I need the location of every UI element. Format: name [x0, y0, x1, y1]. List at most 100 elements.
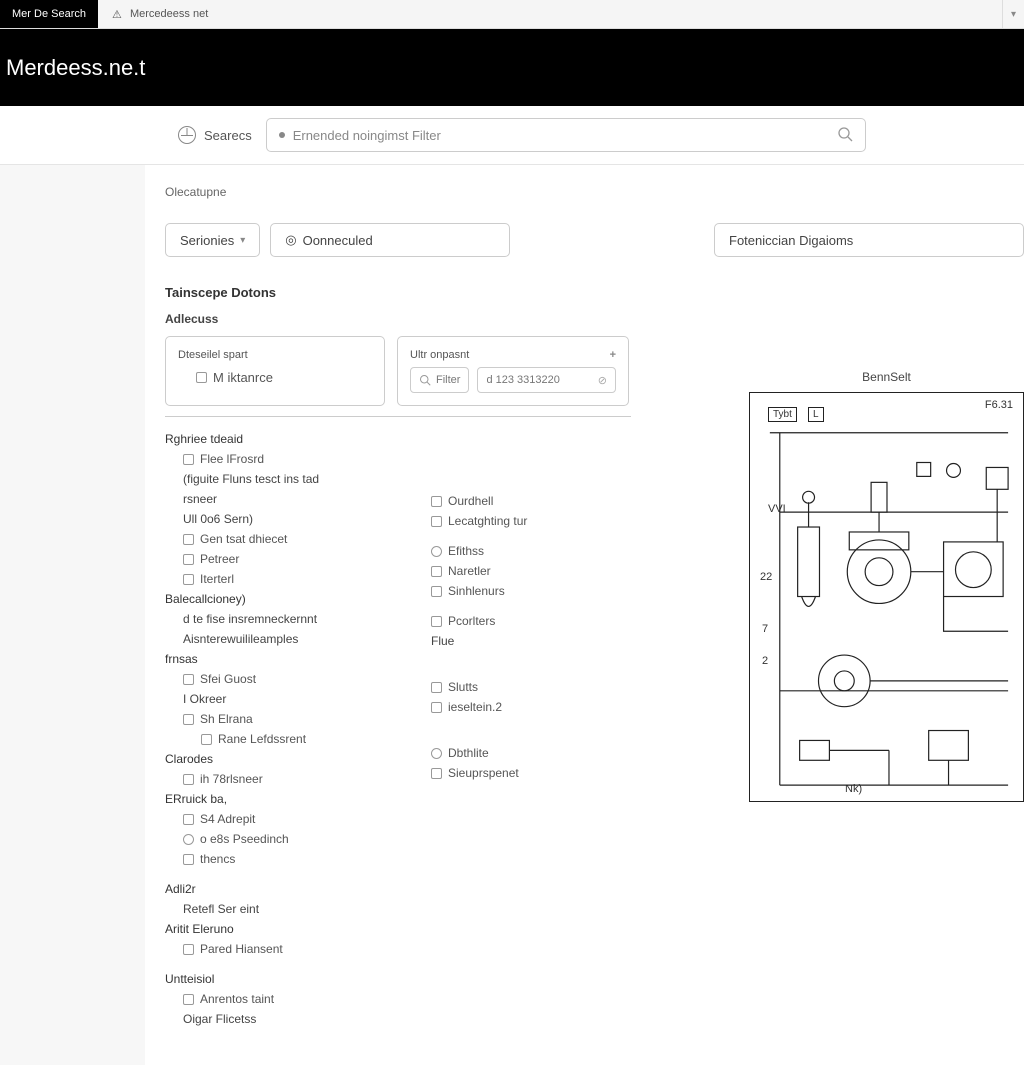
checkbox-icon[interactable]	[183, 994, 194, 1005]
checkbox-icon[interactable]	[183, 714, 194, 725]
tab-active[interactable]: Mer De Search	[0, 0, 98, 28]
checkbox-icon[interactable]	[431, 702, 442, 713]
tree-item[interactable]: Gen tsat dhiecet	[165, 529, 383, 549]
dot-icon	[279, 132, 285, 138]
tree-item-label: Sh Elrana	[200, 710, 253, 728]
tree-item[interactable]: Sieuprspenet	[413, 763, 631, 783]
tree-item[interactable]: Sh Elrana	[165, 709, 383, 729]
checkbox-icon[interactable]	[183, 944, 194, 955]
browser-tabs: Mer De Search ⚠ Mercedeess net ▾	[0, 0, 1024, 29]
tree-item[interactable]: Sinhlenurs	[413, 581, 631, 601]
tree-item[interactable]: thencs	[165, 849, 383, 869]
tab-inactive[interactable]: ⚠ Mercedeess net	[98, 0, 220, 28]
checkbox-icon[interactable]	[431, 768, 442, 779]
tree-item-label: thencs	[200, 850, 235, 868]
tree-item[interactable]: Petreer	[165, 549, 383, 569]
tree-item-label: Oigar Flicetss	[183, 1010, 256, 1028]
tree-item-label: ieseltein.2	[448, 698, 502, 716]
tree-heading: frnsas	[165, 649, 383, 669]
search-icon	[837, 126, 853, 145]
checkbox-icon[interactable]	[431, 566, 442, 577]
tree-item[interactable]: ih 78rlsneer	[165, 769, 383, 789]
subsection-title: Adlecuss	[165, 312, 1024, 326]
target-icon: ◎	[285, 232, 296, 248]
tree-heading: ERruick ba,	[165, 789, 383, 809]
clear-icon[interactable]: ⊘	[598, 374, 607, 387]
radio-icon[interactable]	[431, 546, 442, 557]
diagrams-filter-button[interactable]: Foteniccian Digaioms	[714, 223, 1024, 257]
plus-icon[interactable]: +	[610, 349, 616, 361]
header: Merdeess.ne.t	[0, 29, 1024, 106]
tree-item-label: Pared Hiansent	[200, 940, 283, 958]
radio-icon[interactable]	[183, 834, 194, 845]
panel-component-inputs: Filter d 123 3313220 ⊘	[410, 367, 616, 393]
code-mini-input[interactable]: d 123 3313220 ⊘	[477, 367, 616, 393]
chevron-down-icon: ▾	[1011, 9, 1016, 20]
breadcrumb: Olecatupne	[165, 185, 1024, 199]
panel-model-item[interactable]: M iktanrce	[178, 367, 372, 389]
tree-item[interactable]: Naretler	[413, 561, 631, 581]
tree-item[interactable]: Pcorlters	[413, 611, 631, 631]
tree-item[interactable]: Anrentos taint	[165, 989, 383, 1009]
left-gutter	[0, 165, 145, 1065]
tree-item[interactable]: S4 Adrepit	[165, 809, 383, 829]
panel-model-item-label: M iktanrce	[213, 368, 273, 388]
tree-item[interactable]: Efithss	[413, 541, 631, 561]
tab-active-label: Mer De Search	[12, 8, 86, 20]
search-label: Searecs	[204, 128, 252, 143]
tree-item-label: rsneer	[183, 490, 217, 508]
checkbox-icon[interactable]	[431, 496, 442, 507]
tree-item[interactable]: Sfei Guost	[165, 669, 383, 689]
tree-item-label: Sieuprspenet	[448, 764, 519, 782]
tree-item-label: Adli2r	[165, 880, 196, 898]
connected-filter-button[interactable]: ◎ Oonneculed	[270, 223, 510, 257]
checkbox-icon[interactable]	[201, 734, 212, 745]
checkbox-icon[interactable]	[431, 616, 442, 627]
series-filter-button[interactable]: Serionies ▾	[165, 223, 260, 257]
tree-item: Ull 0o6 Sern)	[165, 509, 383, 529]
checkbox-icon[interactable]	[183, 534, 194, 545]
radio-icon[interactable]	[431, 748, 442, 759]
tree-item-label: o e8s Pseedinch	[200, 830, 289, 848]
tree-item[interactable]: ieseltein.2	[413, 697, 631, 717]
tree: Rghriee tdeaidFlee lFrosrd(figuite Fluns…	[165, 416, 631, 1029]
tab-dropdown-button[interactable]: ▾	[1002, 0, 1024, 28]
search-input[interactable]: Ernended noingimst Filter	[266, 118, 866, 152]
checkbox-icon[interactable]	[183, 674, 194, 685]
checkbox-icon[interactable]	[183, 554, 194, 565]
tree-item[interactable]: o e8s Pseedinch	[165, 829, 383, 849]
tree-item-label: Aisnterewuilileamples	[183, 630, 298, 648]
tree-item[interactable]: Ourdhell	[413, 491, 631, 511]
tree-item[interactable]: Pared Hiansent	[165, 939, 383, 959]
tree-item: Oigar Flicetss	[165, 1009, 383, 1029]
tree-item-label: Rane Lefdssrent	[218, 730, 306, 748]
tree-heading: Untteisiol	[165, 969, 383, 989]
tree-item-label: Lecatghting tur	[448, 512, 527, 530]
tree-item: Retefl Ser eint	[165, 899, 383, 919]
tree-heading: Aritit Eleruno	[165, 919, 383, 939]
tree-item-label: ih 78rlsneer	[200, 770, 263, 788]
tree-heading: Rghriee tdeaid	[165, 429, 383, 449]
checkbox-icon[interactable]	[431, 682, 442, 693]
tree-item: (figuite Fluns tesct ins tad	[165, 469, 383, 489]
tree-item[interactable]: Dbthlite	[413, 743, 631, 763]
technical-diagram[interactable]: Tybt L F6.31 VVI 22 7 2 Nk)	[749, 392, 1024, 802]
tree-item-label: Ourdhell	[448, 492, 493, 510]
tree-item[interactable]: Iterterl	[165, 569, 383, 589]
checkbox-icon[interactable]	[183, 574, 194, 585]
mechanical-drawing	[750, 393, 1023, 800]
filter-mini-input[interactable]: Filter	[410, 367, 469, 393]
checkbox-icon[interactable]	[183, 854, 194, 865]
tree-item-label: Aritit Eleruno	[165, 920, 234, 938]
checkbox-icon[interactable]	[183, 814, 194, 825]
checkbox-icon[interactable]	[431, 516, 442, 527]
checkbox-icon[interactable]	[183, 774, 194, 785]
tree-item[interactable]: Lecatghting tur	[413, 511, 631, 531]
checkbox-icon[interactable]	[183, 454, 194, 465]
checkbox-icon[interactable]	[431, 586, 442, 597]
tree-item[interactable]: Slutts	[413, 677, 631, 697]
tree-item-label: Flue	[431, 632, 454, 650]
tree-item[interactable]: Rane Lefdssrent	[165, 729, 383, 749]
tree-item[interactable]: Flee lFrosrd	[165, 449, 383, 469]
checkbox-icon[interactable]	[196, 372, 207, 383]
